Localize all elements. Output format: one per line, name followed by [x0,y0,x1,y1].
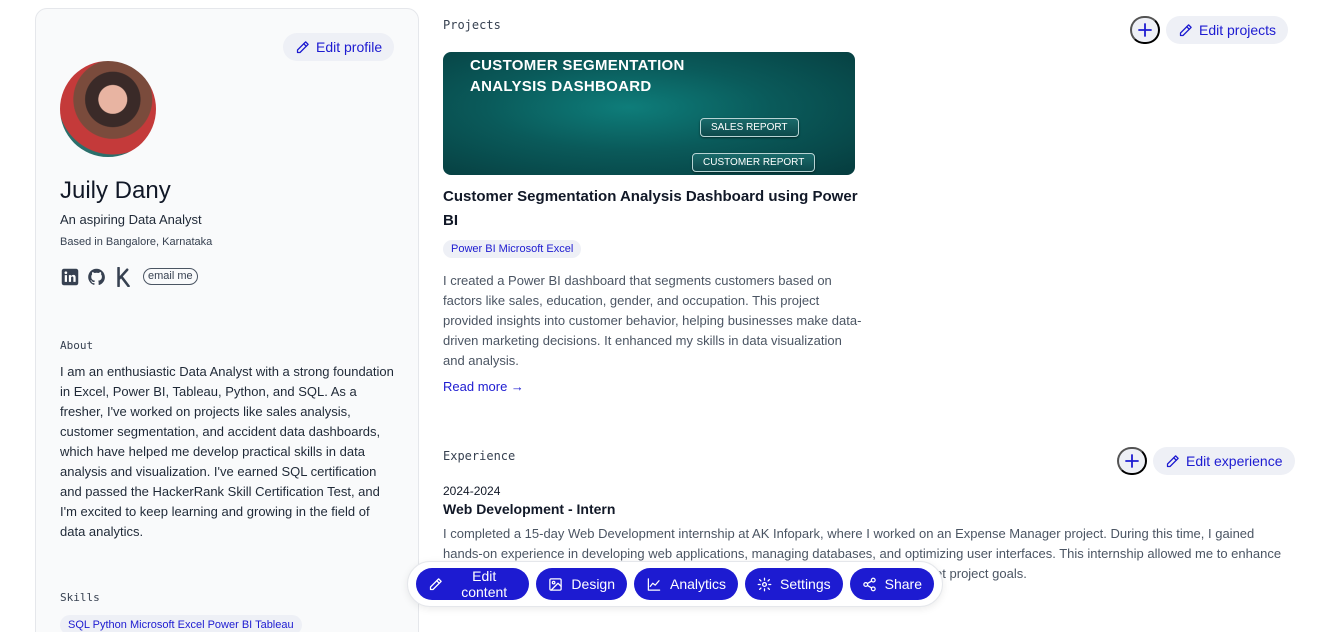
projects-heading: Projects [443,18,501,32]
editor-toolbar: Edit content Design Analytics Settings S… [407,561,943,607]
experience-years: 2024-2024 [443,484,501,498]
project-description: I created a Power BI dashboard that segm… [443,273,862,368]
share-icon [862,577,876,591]
add-experience-button[interactable] [1117,447,1147,475]
edit-profile-label: Edit profile [316,39,383,55]
banner-title: CUSTOMER SEGMENTATION ANALYSIS DASHBOARD [470,55,685,97]
edit-profile-button[interactable]: Edit profile [283,33,395,61]
edit-content-label: Edit content [461,568,508,600]
experience-role: Web Development - Intern [443,501,616,517]
edit-projects-label: Edit projects [1199,22,1277,38]
banner-title-line1: CUSTOMER SEGMENTATION [470,57,685,74]
settings-button[interactable]: Settings [745,568,843,600]
edit-content-button[interactable]: Edit content [416,568,530,600]
read-more-link[interactable]: Read more → [443,379,524,394]
plus-icon [1138,23,1152,37]
pencil-icon [296,40,309,53]
about-heading: About [60,339,94,352]
skills-tags: SQL Python Microsoft Excel Power BI Tabl… [60,615,302,632]
pencil-icon [429,577,442,590]
profile-sidebar: Edit profile Juily Dany An aspiring Data… [35,8,419,632]
project-title[interactable]: Customer Segmentation Analysis Dashboard… [443,185,863,233]
edit-experience-button[interactable]: Edit experience [1153,447,1295,475]
skills-heading: Skills [60,591,100,604]
gear-icon [757,577,772,591]
kaggle-icon[interactable] [114,266,133,287]
design-label: Design [571,576,616,592]
project-tags: Power BI Microsoft Excel [443,240,582,258]
linkedin-icon[interactable] [60,267,79,286]
banner-sales-report-label: SALES REPORT [700,118,799,137]
pencil-icon [1166,454,1179,467]
settings-label: Settings [780,576,831,592]
share-button[interactable]: Share [849,568,934,600]
add-project-button[interactable] [1130,16,1160,44]
profile-tagline: An aspiring Data Analyst [60,212,202,227]
profile-name: Juily Dany [60,177,171,204]
project-banner-image[interactable]: CUSTOMER SEGMENTATION ANALYSIS DASHBOARD… [443,52,855,175]
avatar [60,61,156,157]
image-icon [549,577,563,591]
line-chart-icon [647,577,661,591]
profile-location: Based in Bangalore, Karnataka [60,236,213,248]
edit-projects-button[interactable]: Edit projects [1166,16,1289,44]
email-me-link[interactable]: email me [143,268,198,285]
social-links: email me [60,266,198,287]
edit-experience-label: Edit experience [1186,453,1283,469]
about-text: I am an enthusiastic Data Analyst with a… [60,364,394,539]
design-button[interactable]: Design [536,568,628,600]
share-label: Share [884,576,922,592]
plus-icon [1125,454,1139,468]
banner-customer-report-label: CUSTOMER REPORT [692,153,816,172]
pencil-icon [1179,23,1192,36]
banner-title-line2: ANALYSIS DASHBOARD [470,78,652,95]
analytics-label: Analytics [670,576,727,592]
experience-heading: Experience [443,449,516,463]
github-icon[interactable] [87,267,106,286]
analytics-button[interactable]: Analytics [634,568,739,600]
